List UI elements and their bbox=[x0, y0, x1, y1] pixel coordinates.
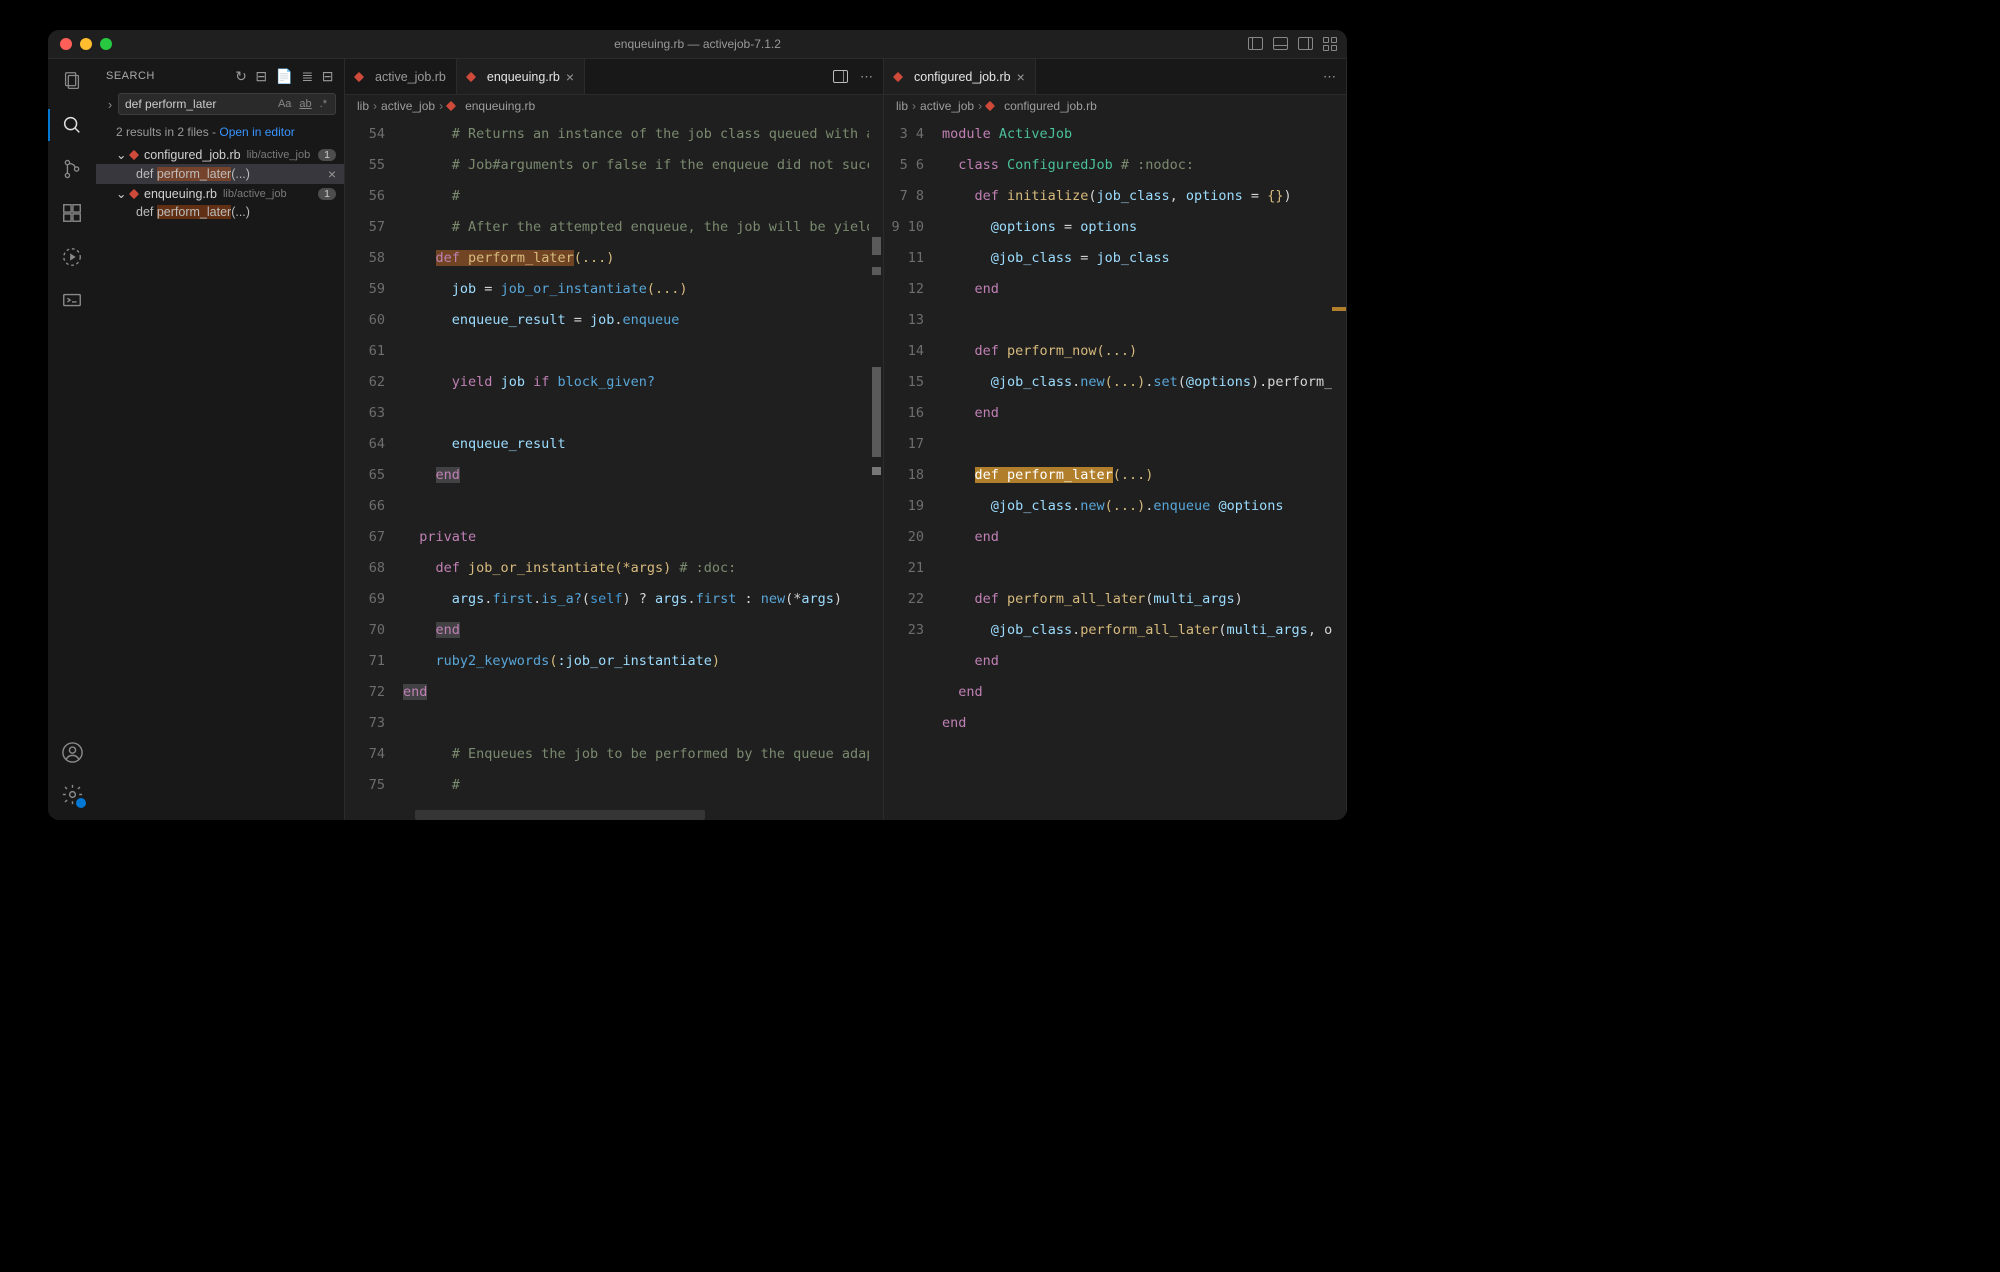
ruby-file-icon bbox=[129, 149, 139, 159]
search-icon[interactable] bbox=[60, 113, 84, 137]
code-content[interactable]: module ActiveJob class ConfiguredJob # :… bbox=[942, 117, 1332, 820]
ruby-file-icon bbox=[985, 101, 995, 111]
toggle-search-details-icon[interactable]: › bbox=[104, 97, 116, 112]
match-count-badge: 1 bbox=[318, 149, 336, 161]
tab-enqueuing[interactable]: enqueuing.rb × bbox=[457, 59, 585, 94]
explorer-icon[interactable] bbox=[60, 69, 84, 93]
more-actions-icon[interactable]: ⋯ bbox=[860, 69, 873, 85]
clear-search-icon[interactable]: ⊟ bbox=[255, 68, 267, 85]
split-editor-icon[interactable] bbox=[833, 70, 848, 83]
ruby-file-icon bbox=[446, 101, 456, 111]
line-gutter: 3 4 5 6 7 8 9 10 11 12 13 14 15 16 17 18… bbox=[884, 117, 942, 820]
run-debug-icon[interactable] bbox=[60, 245, 84, 269]
code-content[interactable]: # Returns an instance of the job class q… bbox=[403, 117, 869, 820]
remote-icon[interactable] bbox=[60, 289, 84, 313]
minimap[interactable] bbox=[1332, 117, 1346, 820]
refresh-icon[interactable]: ↻ bbox=[235, 68, 247, 85]
editor-area: active_job.rb enqueuing.rb × ⋯ lib› acti… bbox=[345, 59, 1347, 820]
tabs-row-right: configured_job.rb × ⋯ bbox=[884, 59, 1346, 95]
search-box[interactable]: Aa ab .* bbox=[118, 93, 336, 115]
match-whole-word-icon[interactable]: ab bbox=[297, 97, 313, 111]
more-actions-icon[interactable]: ⋯ bbox=[1323, 69, 1336, 85]
search-sidebar: SEARCH ↻ ⊟ 📄 ≣ ⊟ › Aa ab .* bbox=[96, 59, 345, 820]
ruby-file-icon bbox=[466, 71, 476, 81]
settings-badge bbox=[76, 798, 86, 808]
extensions-icon[interactable] bbox=[60, 201, 84, 225]
use-regex-icon[interactable]: .* bbox=[318, 97, 329, 111]
vscode-window: enqueuing.rb — activejob-7.1.2 bbox=[48, 30, 1347, 820]
horizontal-scrollbar[interactable] bbox=[415, 810, 705, 820]
titlebar: enqueuing.rb — activejob-7.1.2 bbox=[48, 30, 1347, 59]
line-gutter: 54 55 56 57 58 59 60 61 62 63 64 65 66 6… bbox=[345, 117, 403, 820]
collapse-all-icon[interactable]: ⊟ bbox=[322, 68, 334, 85]
close-tab-icon[interactable]: × bbox=[566, 69, 574, 85]
sidebar-header: SEARCH ↻ ⊟ 📄 ≣ ⊟ bbox=[96, 59, 344, 93]
editor-group-left: active_job.rb enqueuing.rb × ⋯ lib› acti… bbox=[345, 59, 884, 820]
result-match-0-0[interactable]: def perform_later(...) × bbox=[96, 164, 344, 184]
settings-gear-icon[interactable] bbox=[60, 782, 84, 806]
ruby-file-icon bbox=[893, 71, 903, 81]
code-area-right[interactable]: 3 4 5 6 7 8 9 10 11 12 13 14 15 16 17 18… bbox=[884, 117, 1346, 820]
editor-group-right: configured_job.rb × ⋯ lib› active_job› c… bbox=[884, 59, 1347, 820]
toggle-secondary-sidebar-icon[interactable] bbox=[1298, 37, 1313, 50]
code-area-left[interactable]: 54 55 56 57 58 59 60 61 62 63 64 65 66 6… bbox=[345, 117, 883, 820]
result-file-1[interactable]: ⌄ enqueuing.rb lib/active_job 1 bbox=[96, 184, 344, 203]
search-input-row: › Aa ab .* bbox=[104, 93, 336, 115]
breadcrumbs-right[interactable]: lib› active_job› configured_job.rb bbox=[884, 95, 1346, 117]
dismiss-match-icon[interactable]: × bbox=[328, 166, 336, 182]
tab-configured-job[interactable]: configured_job.rb × bbox=[884, 59, 1036, 94]
view-as-tree-icon[interactable]: ≣ bbox=[302, 68, 314, 85]
accounts-icon[interactable] bbox=[60, 740, 84, 764]
titlebar-layout-controls bbox=[1248, 37, 1337, 51]
minimap[interactable] bbox=[869, 117, 883, 820]
new-search-editor-icon[interactable]: 📄 bbox=[276, 68, 294, 85]
match-count-badge: 1 bbox=[318, 188, 336, 200]
open-in-editor-link[interactable]: Open in editor bbox=[219, 125, 294, 139]
result-match-1-0[interactable]: def perform_later(...) bbox=[96, 203, 344, 221]
toggle-panel-icon[interactable] bbox=[1273, 37, 1288, 50]
result-file-0[interactable]: ⌄ configured_job.rb lib/active_job 1 bbox=[96, 145, 344, 164]
ruby-file-icon bbox=[354, 71, 364, 81]
search-input[interactable] bbox=[125, 97, 245, 111]
activity-bar bbox=[48, 59, 96, 820]
results-summary: 2 results in 2 files - Open in editor bbox=[96, 121, 344, 145]
sidebar-title: SEARCH bbox=[106, 70, 155, 82]
toggle-primary-sidebar-icon[interactable] bbox=[1248, 37, 1263, 50]
close-tab-icon[interactable]: × bbox=[1017, 69, 1025, 85]
match-case-icon[interactable]: Aa bbox=[276, 97, 293, 111]
ruby-file-icon bbox=[129, 188, 139, 198]
tab-active-job[interactable]: active_job.rb bbox=[345, 59, 457, 94]
source-control-icon[interactable] bbox=[60, 157, 84, 181]
window-title: enqueuing.rb — activejob-7.1.2 bbox=[48, 37, 1347, 51]
customize-layout-icon[interactable] bbox=[1323, 37, 1337, 51]
breadcrumbs-left[interactable]: lib› active_job› enqueuing.rb bbox=[345, 95, 883, 117]
tabs-row-left: active_job.rb enqueuing.rb × ⋯ bbox=[345, 59, 883, 95]
sidebar-header-actions: ↻ ⊟ 📄 ≣ ⊟ bbox=[235, 68, 334, 85]
